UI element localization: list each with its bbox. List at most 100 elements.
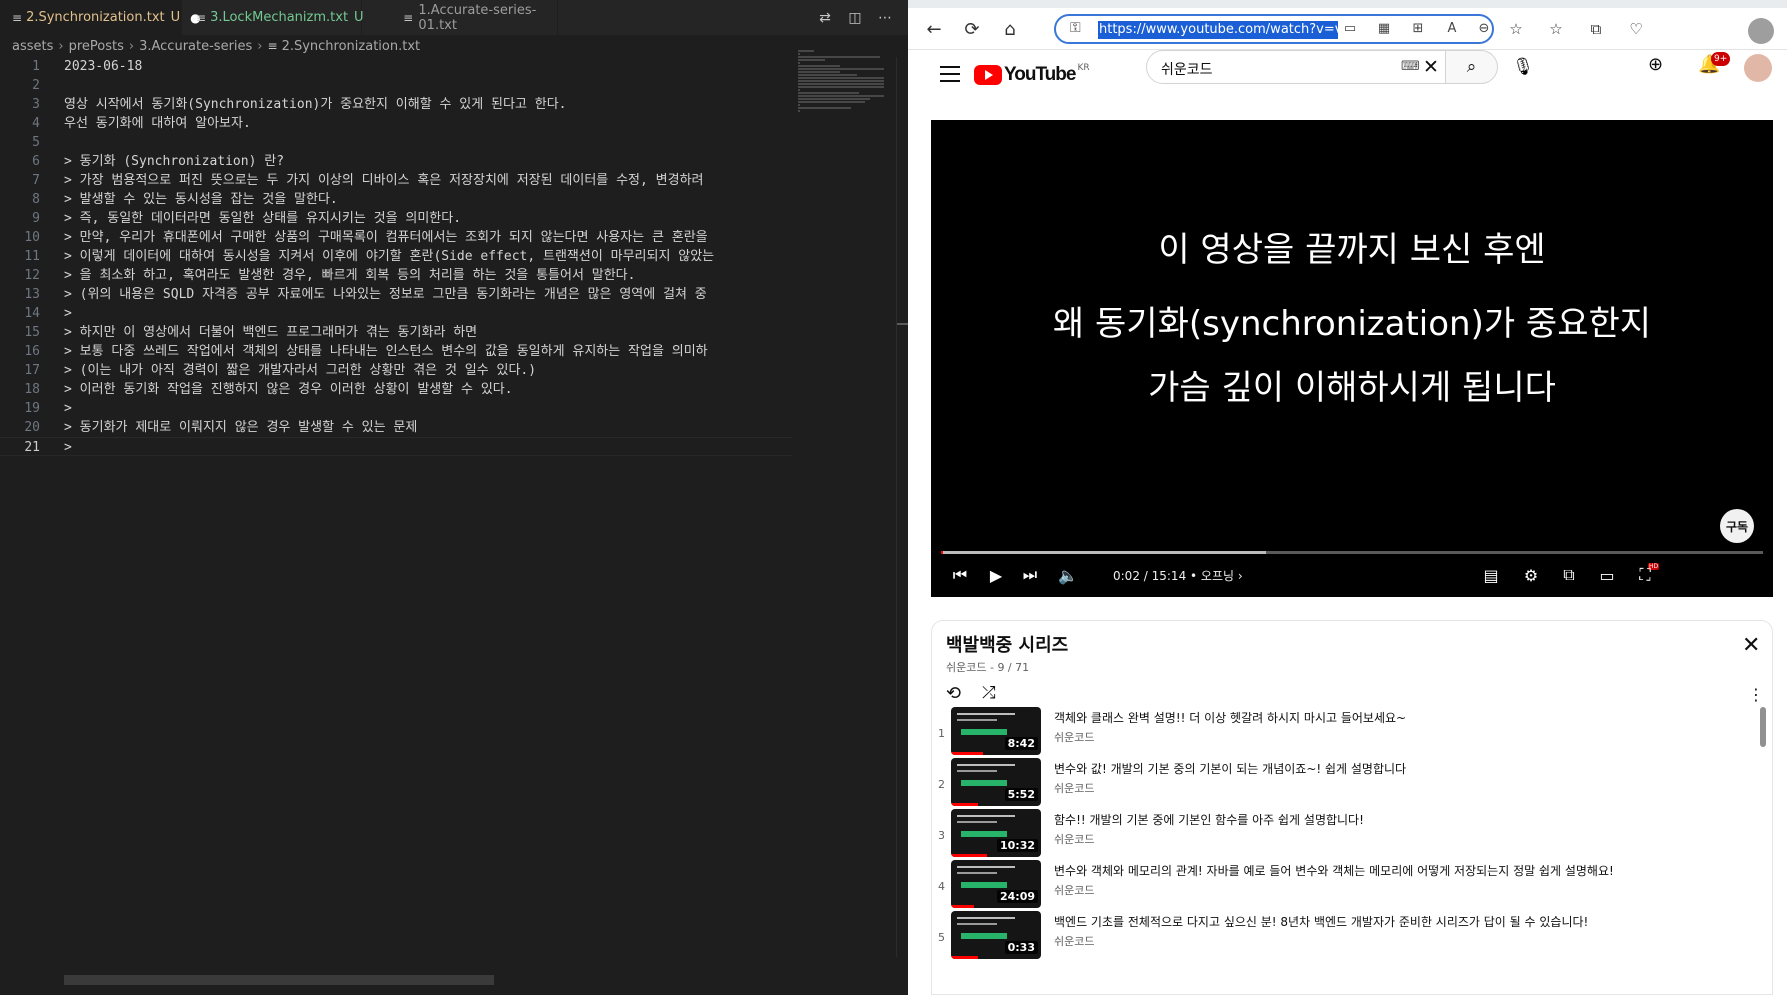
code-line[interactable]: 18 > 이러한 동기화 작업을 진행하지 않은 경우 이러한 상황이 발생할 수… (0, 380, 792, 399)
url-text[interactable]: https://www.youtube.com/watch?v=vp (1098, 21, 1338, 39)
browser-tab-strip[interactable] (908, 0, 1787, 8)
volume-icon[interactable]: 🔈 (1057, 563, 1079, 587)
play-icon[interactable]: ▶ (985, 563, 1007, 587)
playlist-item-title[interactable]: 백엔드 기초를 전체적으로 다지고 싶으신 분! 8년차 백엔드 개발자가 준비… (1054, 913, 1744, 930)
playlist-item-title[interactable]: 함수!! 개발의 기본 중에 기본인 함수를 아주 쉽게 설명합니다! (1054, 811, 1744, 828)
loop-icon[interactable]: ⟲ (946, 683, 961, 704)
keyboard-icon[interactable]: ⌨ (1401, 59, 1420, 74)
read-aloud-icon[interactable]: A (1442, 21, 1462, 36)
browser-profile-avatar[interactable] (1748, 18, 1774, 44)
microphone-icon[interactable]: 🎙 (1508, 52, 1538, 82)
playlist-title[interactable]: 백발백중 시리즈 (946, 631, 1068, 657)
code-line[interactable]: 16 > 보통 다중 쓰레드 작업에서 객체의 상태를 나타내는 인스턴스 변수의… (0, 342, 792, 361)
code-line[interactable]: 14 > (0, 304, 792, 323)
line-text[interactable]: > 이렇게 데이터에 대하여 동시성을 지켜서 이후에 야기할 혼란(Side … (64, 247, 714, 266)
tab-synchronization[interactable]: ≡ 2.Synchronization.txt U ● (0, 0, 201, 35)
progress-bar[interactable] (941, 551, 1763, 554)
code-line[interactable]: 13 > (위의 내용은 SQLD 자격증 공부 자료에도 나와있는 정보로 그만… (0, 285, 792, 304)
video-thumbnail[interactable]: 24:09 (951, 860, 1041, 908)
code-line[interactable]: 4 우선 동기화에 대하여 알아보자. (0, 114, 792, 133)
code-area[interactable]: 1 2023-06-18 2 3 영상 시작에서 동기화(Synchronization… (0, 57, 792, 957)
next-icon[interactable]: ⏭ (1019, 563, 1041, 587)
user-avatar[interactable] (1744, 54, 1772, 82)
code-line[interactable]: 21 > (0, 437, 792, 456)
clear-search-icon[interactable]: ✕ (1423, 56, 1439, 78)
extensions-icon[interactable]: ⊞ (1408, 21, 1428, 36)
playlist-item[interactable]: 1 8:42 객체와 클래스 완벽 설명!! 더 이상 헷갈려 하시지 마시고 들어… (932, 707, 1752, 761)
playlist-item[interactable]: 5 0:33 백엔드 기초를 전체적으로 다지고 싶으신 분! 8년차 백엔드 개발… (932, 911, 1752, 965)
playlist-item-title[interactable]: 변수와 값! 개발의 기본 중의 기본이 되는 개념이죠~! 쉽게 설명합니다 (1054, 760, 1744, 777)
youtube-logo[interactable]: YouTube KR (974, 63, 1090, 86)
shuffle-icon[interactable]: ⤮ (982, 683, 996, 703)
line-text[interactable]: > 만약, 우리가 휴대폰에서 구매한 상품의 구매목록이 컴퓨터에서는 조회가… (64, 228, 708, 247)
collections-icon[interactable]: ⧉ (1584, 17, 1608, 41)
line-text[interactable]: > 을 최소화 하고, 혹여라도 발생한 경우, 빠르게 회복 등의 처리를 하… (64, 266, 635, 285)
minimap[interactable] (798, 50, 898, 112)
line-text[interactable]: > (이는 내가 아직 경력이 짧은 개발자라서 그러한 상황만 겪은 것 일수… (64, 361, 536, 380)
breadcrumb-item[interactable]: assets (12, 39, 53, 54)
browser-essentials-icon[interactable]: ♡ (1624, 17, 1648, 41)
code-line[interactable]: 15 > 하지만 이 영상에서 더불어 백엔드 프로그래머가 겪는 동기화라 하면 (0, 323, 792, 342)
refresh-icon[interactable]: ⟳ (960, 17, 984, 41)
lock-icon[interactable]: ⚿ (1070, 20, 1081, 36)
settings-gear-icon[interactable]: ⚙ (1519, 563, 1543, 587)
split-editor-icon[interactable]: ◫ (846, 10, 864, 26)
code-line[interactable]: 2 (0, 76, 792, 95)
more-vertical-icon[interactable]: ⋮ (1748, 685, 1764, 704)
line-text[interactable]: > 이러한 동기화 작업을 진행하지 않은 경우 이러한 상황이 발생할 수 있… (64, 380, 513, 399)
search-query[interactable]: 쉬운코드 (1161, 59, 1213, 79)
playlist-item-channel[interactable]: 쉬운코드 (1054, 882, 1094, 898)
code-line[interactable]: 19 > (0, 399, 792, 418)
line-text[interactable]: > 발생할 수 있는 동시성을 잡는 것을 말한다. (64, 190, 338, 209)
code-line[interactable]: 6 > 동기화 (Synchronization) 란? (0, 152, 792, 171)
breadcrumb-item[interactable]: 3.Accurate-series (139, 39, 252, 54)
code-line[interactable]: 1 2023-06-18 (0, 57, 792, 76)
line-text[interactable]: 영상 시작에서 동기화(Synchronization)가 중요한지 이해할 수… (64, 95, 567, 114)
code-line[interactable]: 3 영상 시작에서 동기화(Synchronization)가 중요한지 이해할 … (0, 95, 792, 114)
tab-accurate-series[interactable]: ≡ 1.Accurate-series-01.txt (362, 0, 558, 35)
playlist-item[interactable]: 3 10:32 함수!! 개발의 기본 중에 기본인 함수를 아주 쉽게 설명합니다… (932, 809, 1752, 863)
url-bar[interactable]: ⚿ https://www.youtube.com/watch?v=vp ▭ ▦… (1054, 14, 1494, 44)
code-line[interactable]: 17 > (이는 내가 아직 경력이 짧은 개발자라서 그러한 상황만 겪은 것 … (0, 361, 792, 380)
video-thumbnail[interactable]: 10:32 (951, 809, 1041, 857)
menu-icon[interactable] (940, 66, 960, 87)
playlist-scrollbar[interactable] (1760, 707, 1766, 747)
fullscreen-icon[interactable]: ⛶ (1633, 563, 1657, 587)
line-text[interactable]: > 하지만 이 영상에서 더불어 백엔드 프로그래머가 겪는 동기화라 하면 (64, 323, 477, 342)
line-text[interactable]: > 즉, 동일한 데이터라면 동일한 상태를 유지시키는 것을 의미한다. (64, 209, 461, 228)
playlist-item-title[interactable]: 객체와 클래스 완벽 설명!! 더 이상 헷갈려 하시지 마시고 들어보세요~ (1054, 709, 1744, 726)
favorites-icon[interactable]: ☆ (1544, 17, 1568, 41)
line-text[interactable]: 우선 동기화에 대하여 알아보자. (64, 114, 251, 133)
line-text[interactable]: > 동기화 (Synchronization) 란? (64, 152, 284, 171)
playlist-item-channel[interactable]: 쉬운코드 (1054, 729, 1094, 745)
video-thumbnail[interactable]: 5:52 (951, 758, 1041, 806)
tab-lockmechanizm[interactable]: ≡ 3.LockMechanizm.txt U (182, 0, 364, 35)
breadcrumb-item[interactable]: 2.Synchronization.txt (282, 39, 421, 54)
chapter-title[interactable]: • 오프닝 › (1190, 569, 1243, 583)
line-text[interactable]: > (위의 내용은 SQLD 자격증 공부 자료에도 나와있는 정보로 그만큼 … (64, 285, 707, 304)
home-icon[interactable]: ⌂ (998, 17, 1022, 41)
line-text[interactable]: > (64, 399, 72, 418)
back-arrow-icon[interactable]: ← (922, 17, 946, 41)
subscribe-watermark-button[interactable]: 구독 (1720, 509, 1754, 543)
editor-scrollbar[interactable] (896, 57, 908, 957)
code-line[interactable]: 9 > 즉, 동일한 데이터라면 동일한 상태를 유지시키는 것을 의미한다. (0, 209, 792, 228)
playlist-item[interactable]: 2 5:52 변수와 값! 개발의 기본 중의 기본이 되는 개념이죠~! 쉽게 설… (932, 758, 1752, 812)
code-line[interactable]: 11 > 이렇게 데이터에 대하여 동시성을 지켜서 이후에 야기할 혼란(Sid… (0, 247, 792, 266)
video-thumbnail[interactable]: 0:33 (951, 911, 1041, 959)
app-available-icon[interactable]: ▭ (1340, 21, 1360, 36)
code-line[interactable]: 20 > 동기화가 제대로 이뤄지지 않은 경우 발생할 수 있는 문제 (0, 418, 792, 437)
playlist-item-channel[interactable]: 쉬운코드 (1054, 780, 1094, 796)
playlist-item-title[interactable]: 변수와 객체와 메모리의 관계! 자바를 예로 들어 변수와 객체는 메모리에 … (1054, 862, 1744, 879)
zoom-icon[interactable]: ⊖ (1474, 21, 1494, 36)
previous-icon[interactable]: ⏮ (949, 563, 971, 587)
playlist-item[interactable]: 4 24:09 변수와 객체와 메모리의 관계! 자바를 예로 들어 변수와 객체는… (932, 860, 1752, 914)
code-line[interactable]: 7 > 가장 범용적으로 퍼진 뜻으로는 두 가지 이상의 디바이스 혹은 저장장… (0, 171, 792, 190)
playlist-item-channel[interactable]: 쉬운코드 (1054, 933, 1094, 949)
line-text[interactable]: > 가장 범용적으로 퍼진 뜻으로는 두 가지 이상의 디바이스 혹은 저장장치… (64, 171, 704, 190)
theater-mode-icon[interactable]: ▭ (1595, 563, 1619, 587)
line-text[interactable]: > (64, 304, 72, 323)
search-button[interactable]: ⌕ (1446, 50, 1498, 84)
code-line[interactable]: 12 > 을 최소화 하고, 혹여라도 발생한 경우, 빠르게 회복 등의 처리를… (0, 266, 792, 285)
video-player[interactable]: 이 영상을 끝까지 보신 후엔 왜 동기화(synchronization)가 … (931, 120, 1773, 597)
